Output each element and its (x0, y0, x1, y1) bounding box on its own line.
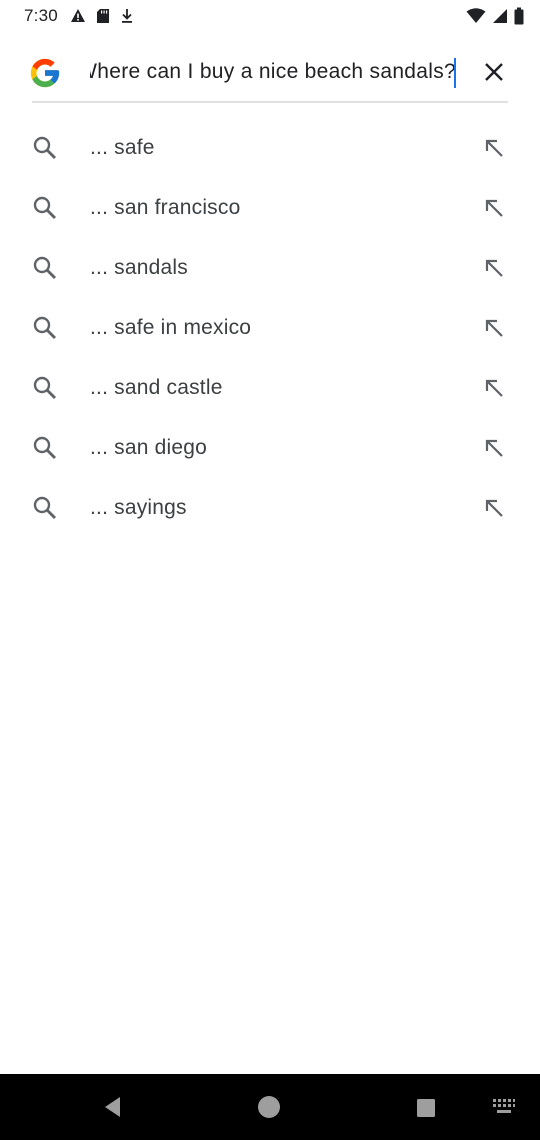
suggestion-item[interactable]: ... sandals (0, 238, 540, 298)
suggestion-label: ... safe in mexico (90, 316, 252, 339)
alert-icon (70, 8, 86, 24)
suggestion-label: ... safe (90, 136, 155, 159)
keyboard-icon[interactable] (492, 1098, 516, 1121)
search-icon (32, 195, 58, 221)
search-bar: Where can I buy a nice beach sandals? (0, 44, 540, 104)
download-icon (120, 7, 134, 25)
suggestion-label: ... sandals (90, 256, 188, 279)
fill-query-arrow-icon[interactable] (480, 134, 508, 162)
text-cursor (454, 58, 456, 88)
search-icon (32, 255, 58, 281)
fill-query-arrow-icon[interactable] (480, 494, 508, 522)
suggestion-list: ... safe ... san francisco ... sandals .… (0, 118, 540, 538)
status-notification-icons (70, 7, 134, 25)
fill-query-arrow-icon[interactable] (480, 314, 508, 342)
status-system-icons (466, 7, 524, 25)
fill-query-arrow-icon[interactable] (480, 374, 508, 402)
search-icon (32, 375, 58, 401)
search-underline (32, 101, 508, 103)
clear-search-button[interactable] (476, 56, 512, 92)
suggestion-label: ... san francisco (90, 196, 241, 219)
signal-icon (492, 8, 508, 24)
search-icon (32, 435, 58, 461)
suggestion-item[interactable]: ... san francisco (0, 178, 540, 238)
recents-icon[interactable] (416, 1098, 436, 1123)
suggestion-item[interactable]: ... sayings (0, 478, 540, 538)
suggestion-item[interactable]: ... safe in mexico (0, 298, 540, 358)
status-time: 7:30 (24, 6, 58, 25)
fill-query-arrow-icon[interactable] (480, 434, 508, 462)
suggestion-label: ... san diego (90, 436, 208, 459)
google-g-icon[interactable] (28, 56, 62, 90)
suggestion-item[interactable]: ... safe (0, 118, 540, 178)
suggestion-item[interactable]: ... san diego (0, 418, 540, 478)
suggestion-label: ... sayings (90, 496, 187, 519)
sd-card-icon (96, 8, 110, 24)
battery-icon (514, 7, 524, 25)
wifi-icon (466, 8, 486, 24)
suggestion-item[interactable]: ... sand castle (0, 358, 540, 418)
search-input[interactable]: Where can I buy a nice beach sandals? (90, 58, 456, 90)
navigation-bar (0, 1074, 540, 1140)
back-icon[interactable] (100, 1094, 126, 1125)
fill-query-arrow-icon[interactable] (480, 194, 508, 222)
close-icon (483, 61, 505, 88)
suggestion-label: ... sand castle (90, 376, 223, 399)
search-icon (32, 315, 58, 341)
search-icon (32, 135, 58, 161)
search-icon (32, 495, 58, 521)
search-query-text: Where can I buy a nice beach sandals? (90, 60, 456, 83)
home-icon[interactable] (256, 1094, 282, 1125)
status-bar: 7:30 (0, 0, 540, 32)
fill-query-arrow-icon[interactable] (480, 254, 508, 282)
